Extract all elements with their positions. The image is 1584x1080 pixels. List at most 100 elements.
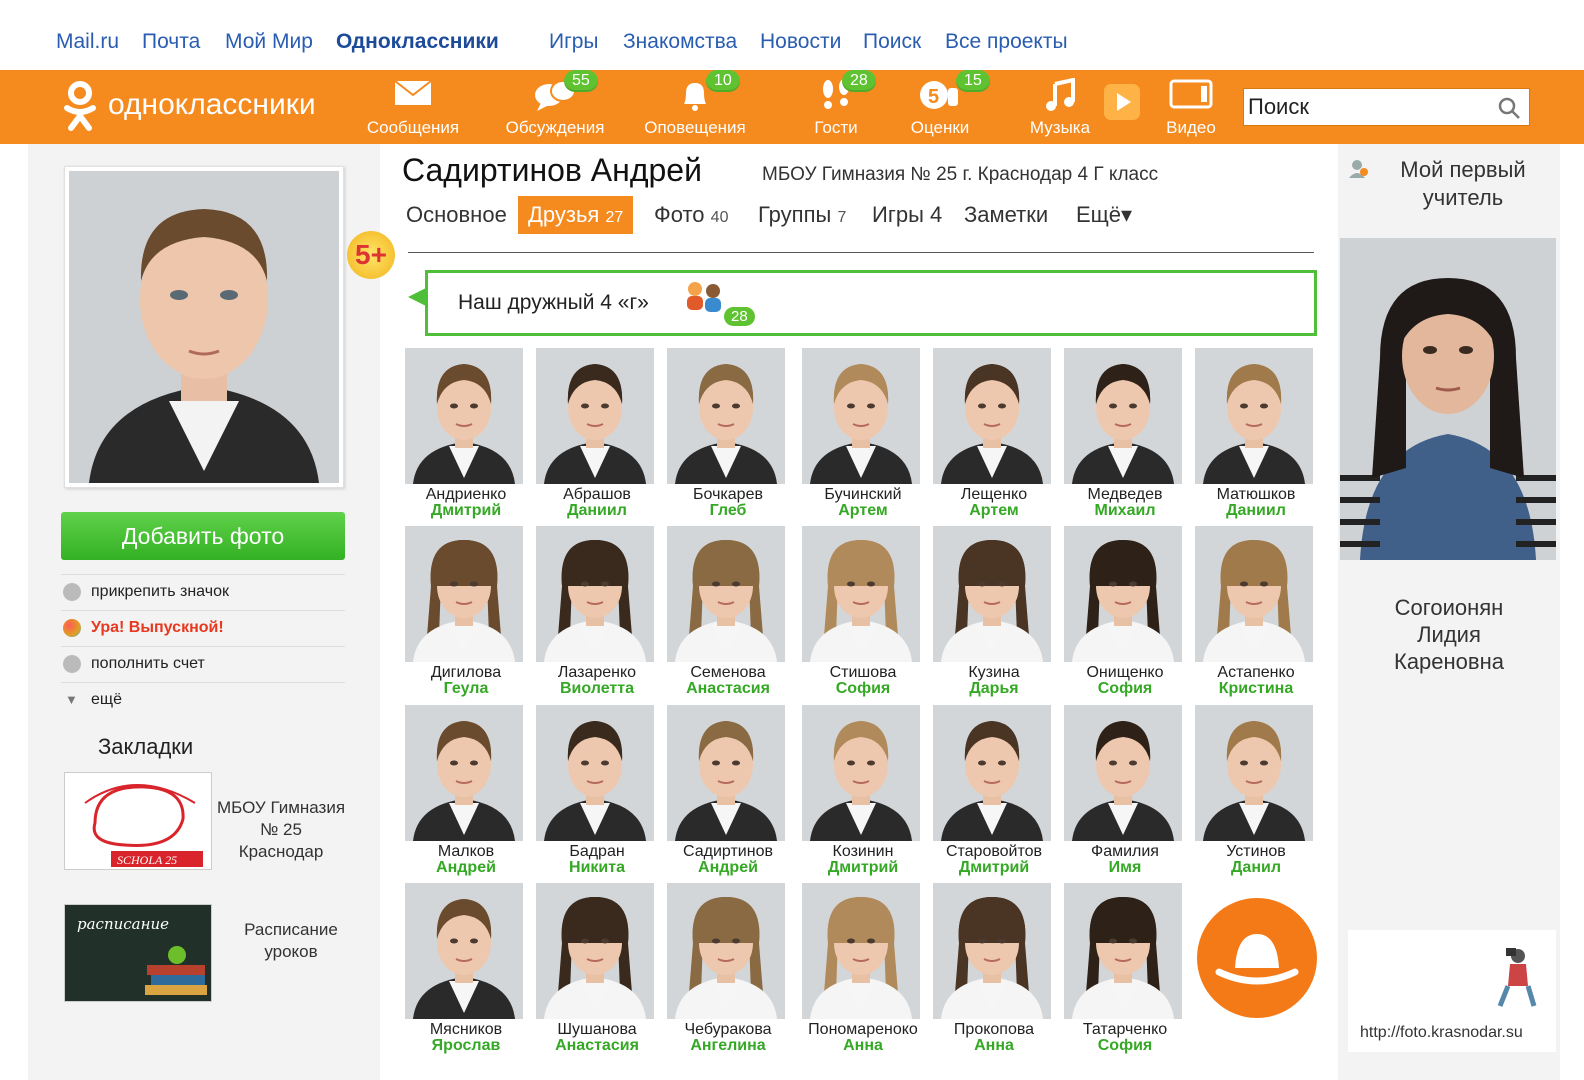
friend-first-name[interactable]: Даниил — [536, 502, 658, 520]
friend-card[interactable]: Медведев Михаил — [1064, 348, 1182, 524]
friend-first-name[interactable]: Анна — [933, 1037, 1055, 1055]
nav-messages[interactable]: Сообщения — [367, 76, 459, 140]
friend-card[interactable]: Садиртинов Андрей — [667, 705, 785, 881]
portal-link-pochta[interactable]: Почта — [142, 30, 200, 54]
friend-first-name[interactable]: Виолетта — [536, 680, 658, 698]
friend-card[interactable]: Андриенко Дмитрий — [405, 348, 523, 524]
portal-link-znakomstva[interactable]: Знакомства — [623, 30, 737, 54]
play-triangle-icon — [1117, 93, 1131, 111]
friend-first-name[interactable]: Артем — [933, 502, 1055, 520]
teacher-photo[interactable] — [1340, 238, 1556, 560]
friend-card[interactable]: Прокопова Анна — [933, 883, 1051, 1059]
friend-card[interactable]: Кузина Дарья — [933, 526, 1051, 702]
friend-first-name[interactable]: София — [1064, 1037, 1186, 1055]
search-input[interactable] — [1248, 93, 1488, 121]
friend-first-name[interactable]: Ангелина — [667, 1037, 789, 1055]
portal-link-mailru[interactable]: Mail.ru — [56, 30, 119, 54]
friend-first-name[interactable]: Дарья — [933, 680, 1055, 698]
friend-first-name[interactable]: Дмитрий — [802, 859, 924, 877]
friend-first-name[interactable]: София — [1064, 680, 1186, 698]
friend-card[interactable]: Шушанова Анастасия — [536, 883, 654, 1059]
friend-card[interactable]: Бучинский Артем — [802, 348, 920, 524]
friend-first-name[interactable]: Никита — [536, 859, 658, 877]
add-photo-button[interactable]: Добавить фото — [61, 512, 345, 560]
bookmark-school-text[interactable]: МБОУ Гимназия № 25 Краснодар — [216, 797, 346, 863]
friend-first-name[interactable]: Ярослав — [405, 1037, 527, 1055]
friend-card[interactable]: Лазаренко Виолетта — [536, 526, 654, 702]
top-up-account-link[interactable]: пополнить счет — [61, 646, 345, 680]
friend-photo — [667, 705, 785, 841]
friend-card[interactable]: Матюшков Даниил — [1195, 348, 1313, 524]
friend-card[interactable]: Стишова София — [802, 526, 920, 702]
bookmark-schedule-text[interactable]: Расписание уроков — [226, 919, 356, 963]
friend-card[interactable]: Козинин Дмитрий — [802, 705, 920, 881]
nav-music[interactable]: Музыка — [1020, 76, 1100, 140]
friend-card[interactable]: Астапенко Кристина — [1195, 526, 1313, 702]
bookmark-school-image[interactable]: SCHOLA 25 — [64, 772, 212, 870]
friend-card[interactable]: Дигилова Геула — [405, 526, 523, 702]
friend-first-name[interactable]: Кристина — [1195, 680, 1317, 698]
group-banner[interactable]: Наш дружный 4 «г» 28 — [425, 270, 1317, 336]
friend-first-name[interactable]: Михаил — [1064, 502, 1186, 520]
friend-card[interactable]: Бадран Никита — [536, 705, 654, 881]
tab-friends[interactable]: Друзья 27 — [518, 196, 634, 234]
nav-notifications[interactable]: 10 Оповещения — [640, 70, 750, 140]
friend-card[interactable]: Малков Андрей — [405, 705, 523, 881]
tab-more[interactable]: Ещё▾ — [1070, 196, 1138, 234]
friend-first-name[interactable]: Андрей — [405, 859, 527, 877]
friend-first-name[interactable]: Данил — [1195, 859, 1317, 877]
nav-video[interactable]: Видео — [1156, 76, 1226, 140]
ok-hat-button[interactable] — [1197, 898, 1317, 1018]
tab-groups[interactable]: Группы 7 — [752, 196, 852, 234]
profile-avatar[interactable]: 5+ — [64, 166, 395, 488]
teacher-name[interactable]: Согоионян Лидия Кареновна — [1338, 594, 1560, 675]
portal-link-vse-proekty[interactable]: Все проекты — [945, 30, 1068, 54]
friend-first-name[interactable]: Даниил — [1195, 502, 1317, 520]
friend-card[interactable]: Устинов Данил — [1195, 705, 1313, 881]
attach-badge-link[interactable]: прикрепить значок — [61, 574, 345, 608]
watermark-url: http://foto.krasnodar.su — [1360, 1024, 1523, 1041]
friend-first-name[interactable]: Анна — [802, 1037, 924, 1055]
friend-card[interactable]: Фамилия Имя — [1064, 705, 1182, 881]
friend-card[interactable]: Абрашов Даниил — [536, 348, 654, 524]
friend-card[interactable]: Лещенко Артем — [933, 348, 1051, 524]
friend-card[interactable]: Старовойтов Дмитрий — [933, 705, 1051, 881]
nav-ratings[interactable]: 5 15 Оценки — [900, 70, 990, 140]
portal-link-poisk[interactable]: Поиск — [863, 30, 921, 54]
graduation-link[interactable]: Ура! Выпускной! — [61, 610, 345, 644]
friend-first-name[interactable]: Анастасия — [667, 680, 789, 698]
search-icon[interactable] — [1497, 96, 1521, 120]
tab-photos[interactable]: Фото 40 — [648, 196, 734, 234]
friend-card[interactable]: Бочкарев Глеб — [667, 348, 785, 524]
portal-link-odnoklassniki[interactable]: Одноклассники — [336, 30, 499, 54]
friend-first-name[interactable]: Дмитрий — [933, 859, 1055, 877]
play-icon[interactable] — [1104, 84, 1140, 120]
friend-card[interactable]: Мясников Ярослав — [405, 883, 523, 1059]
friend-card[interactable]: Семенова Анастасия — [667, 526, 785, 702]
friend-first-name[interactable]: София — [802, 680, 924, 698]
friend-card[interactable]: Онищенко София — [1064, 526, 1182, 702]
portal-link-igry[interactable]: Игры — [549, 30, 599, 54]
more-link[interactable]: ▼ ещё — [61, 682, 345, 716]
bookmark-schedule-image[interactable]: расписание — [64, 904, 212, 1002]
friend-first-name[interactable]: Андрей — [667, 859, 789, 877]
friend-first-name[interactable]: Геула — [405, 680, 527, 698]
friend-first-name[interactable]: Имя — [1064, 859, 1186, 877]
profile-school[interactable]: МБОУ Гимназия № 25 г. Краснодар 4 Г клас… — [762, 164, 1158, 186]
tab-main[interactable]: Основное — [400, 196, 513, 234]
friend-first-name[interactable]: Глеб — [667, 502, 789, 520]
nav-guests[interactable]: 28 Гости — [796, 70, 876, 140]
nav-discussions[interactable]: 55 Обсуждения — [500, 70, 610, 140]
friend-card[interactable]: Пономареноко Анна — [802, 883, 920, 1059]
ok-logo[interactable]: одноклассники — [62, 78, 362, 134]
tab-notes[interactable]: Заметки — [958, 196, 1054, 234]
friend-first-name[interactable]: Артем — [802, 502, 924, 520]
friend-card[interactable]: Чебуракова Ангелина — [667, 883, 785, 1059]
friend-portrait-image — [667, 883, 785, 1019]
friend-card[interactable]: Татарченко София — [1064, 883, 1182, 1059]
portal-link-novosti[interactable]: Новости — [760, 30, 841, 54]
friend-first-name[interactable]: Анастасия — [536, 1037, 658, 1055]
friend-first-name[interactable]: Дмитрий — [405, 502, 527, 520]
portal-link-moy-mir[interactable]: Мой Мир — [225, 30, 313, 54]
tab-games[interactable]: Игры 4 — [866, 196, 948, 234]
